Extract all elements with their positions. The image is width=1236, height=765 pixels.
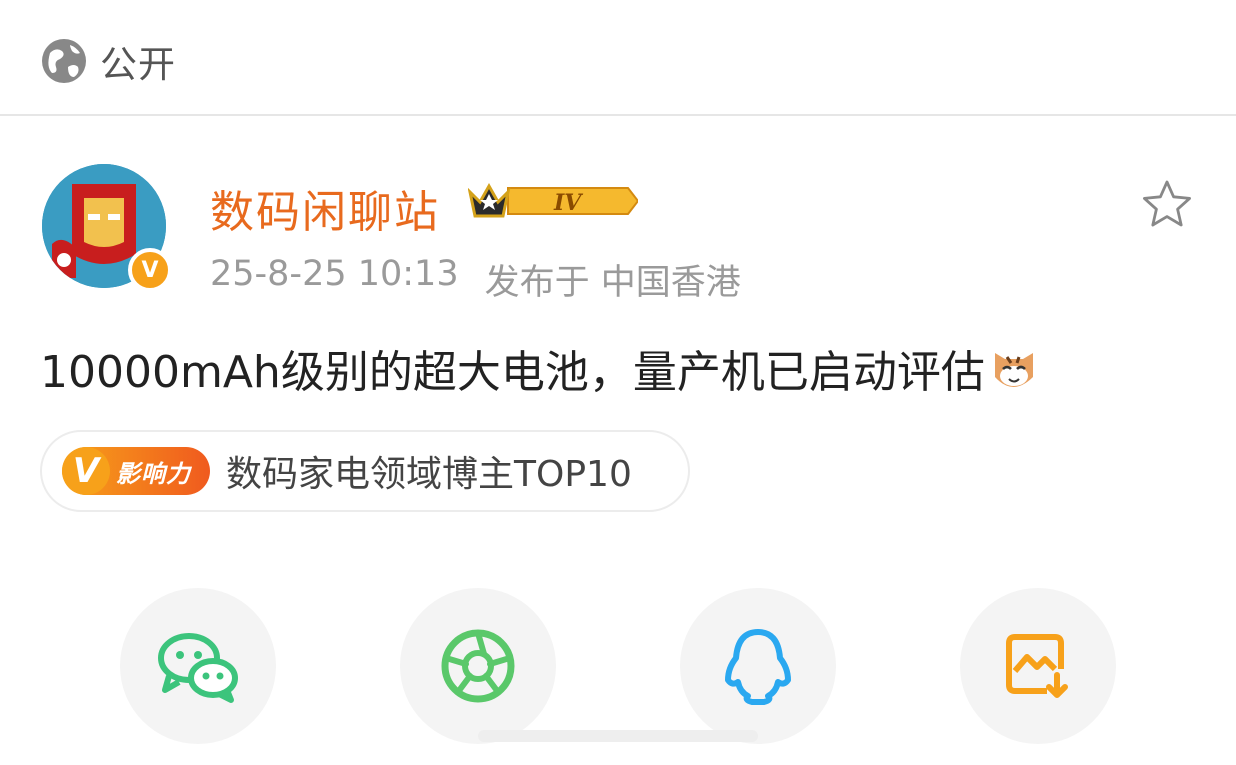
- post-header: V 数码闲聊站 IV 25-8-25 10:13 发布于 中国香港: [42, 164, 1202, 304]
- post-body: 10000mAh级别的超大电池，量产机已启动评估: [40, 336, 1039, 400]
- globe-icon: [42, 39, 86, 83]
- visibility-label: 公开: [100, 43, 176, 86]
- level-badge-text: IV: [553, 190, 583, 216]
- home-indicator: [478, 730, 758, 742]
- influence-tag[interactable]: V 影响力 数码家电领域博主TOP10: [40, 430, 690, 512]
- post-text: 10000mAh级别的超大电池，量产机已启动评估: [40, 347, 985, 398]
- visibility-selector[interactable]: 公开: [40, 34, 176, 88]
- influence-text: 数码家电领域博主TOP10: [226, 454, 632, 495]
- post-timestamp: 25-8-25 10:13: [210, 254, 459, 294]
- post-meta: 25-8-25 10:13 发布于 中国香港: [210, 254, 741, 305]
- influence-badge: V 影响力: [62, 447, 210, 495]
- share-row: [120, 588, 1120, 748]
- influence-badge-letter: V: [62, 447, 110, 495]
- share-moments-button[interactable]: [400, 588, 556, 744]
- influence-badge-label: 影响力: [116, 459, 191, 488]
- save-image-icon: [1006, 634, 1068, 698]
- qq-icon: [725, 629, 791, 705]
- verified-badge: V: [128, 248, 172, 292]
- author-name[interactable]: 数码闲聊站: [210, 176, 440, 240]
- crown-level-badge-icon: IV: [468, 182, 638, 218]
- visibility-bar: 公开: [0, 0, 1236, 116]
- moments-icon: [441, 629, 515, 703]
- wechat-icon: [158, 633, 238, 703]
- cat-face-emoji-icon: [994, 353, 1033, 387]
- share-qq-button[interactable]: [680, 588, 836, 744]
- favorite-star-icon[interactable]: [1140, 178, 1194, 232]
- post-location: 发布于 中国香港: [484, 263, 741, 303]
- share-wechat-button[interactable]: [120, 588, 276, 744]
- share-save-image-button[interactable]: [960, 588, 1116, 744]
